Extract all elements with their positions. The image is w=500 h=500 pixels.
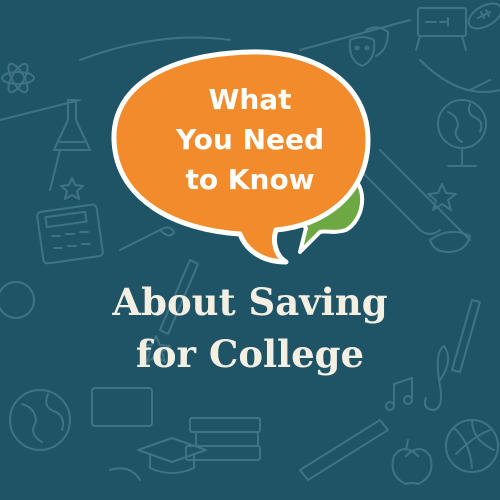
bubble-line-2: You Need xyxy=(175,123,325,156)
bubble-line-1: What xyxy=(208,83,292,116)
bubble-text: What You Need to Know xyxy=(150,70,350,210)
headline-line-2: for College xyxy=(135,332,365,376)
college-savings-graphic: What You Need to Know About Saving for C… xyxy=(0,0,500,500)
bubble-line-3: to Know xyxy=(185,163,315,196)
headline-line-1: About Saving xyxy=(112,280,388,324)
headline: About Saving for College xyxy=(0,276,500,380)
